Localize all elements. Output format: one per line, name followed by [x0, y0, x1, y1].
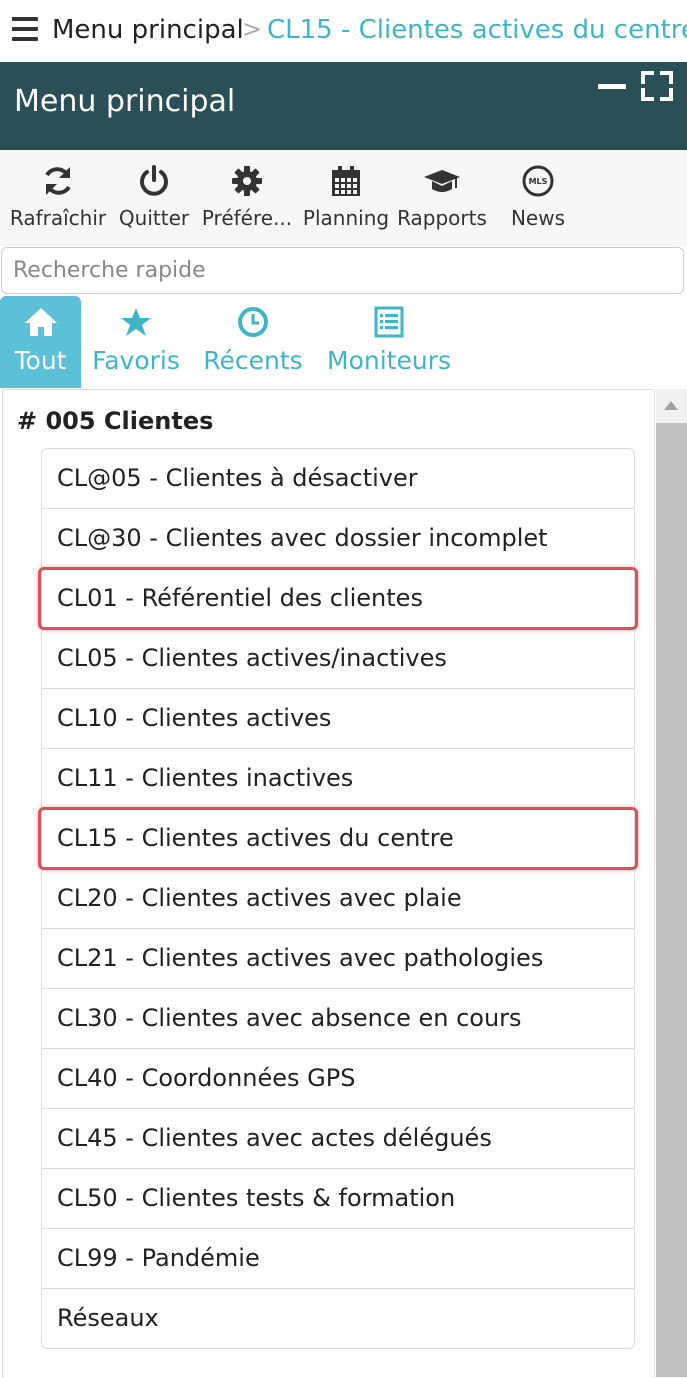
home-icon: [24, 308, 57, 336]
news-button[interactable]: MLS News: [489, 164, 587, 230]
tab-monitors[interactable]: Moniteurs: [324, 296, 454, 388]
tab-favorites[interactable]: Favoris: [88, 296, 184, 388]
tab-favorites-label: Favoris: [92, 346, 180, 375]
breadcrumb: Menu principal > CL15 - Clientes actives…: [0, 0, 687, 62]
reports-button[interactable]: Rapports: [393, 164, 491, 230]
page-title: Menu principal: [14, 84, 236, 119]
tab-recents-label: Récents: [203, 346, 303, 375]
calendar-icon: [332, 166, 360, 196]
quit-label: Quitter: [118, 206, 190, 230]
scrollbar-thumb[interactable]: [656, 423, 687, 1377]
gear-icon: [232, 166, 262, 196]
preferences-button[interactable]: Préfére...: [198, 164, 296, 230]
minimize-icon[interactable]: [598, 84, 626, 89]
list-item[interactable]: CL30 - Clientes avec absence en cours: [42, 989, 634, 1049]
tab-recents[interactable]: Récents: [202, 296, 304, 388]
list-item[interactable]: CL20 - Clientes actives avec plaie: [42, 869, 634, 929]
reports-label: Rapports: [397, 206, 487, 230]
tab-all-label: Tout: [14, 346, 67, 375]
graduation-cap-icon: [424, 170, 460, 192]
list-item[interactable]: CL@30 - Clientes avec dossier incomplet: [42, 509, 634, 569]
list-item[interactable]: CL05 - Clientes actives/inactives: [42, 629, 634, 689]
list-item[interactable]: CL10 - Clientes actives: [42, 689, 634, 749]
menu-tabs: Tout Favoris Récents Moniteurs: [0, 296, 687, 388]
tab-all[interactable]: Tout: [0, 296, 81, 388]
clock-icon: [238, 307, 268, 337]
breadcrumb-separator: >: [242, 15, 263, 43]
fullscreen-icon[interactable]: [641, 71, 673, 101]
group-title: # 005 Clientes: [17, 407, 214, 435]
hamburger-menu-icon[interactable]: [12, 17, 38, 41]
list-item[interactable]: CL01 - Référentiel des clientes: [38, 567, 638, 630]
news-label: News: [510, 206, 566, 230]
menu-item-list: CL@05 - Clientes à désactiver CL@30 - Cli…: [38, 448, 638, 1349]
window-header: Menu principal: [0, 62, 687, 150]
tab-monitors-label: Moniteurs: [327, 346, 451, 375]
planning-button[interactable]: Planning: [297, 164, 395, 230]
power-icon: [140, 165, 168, 196]
planning-label: Planning: [302, 206, 390, 230]
list-item[interactable]: CL11 - Clientes inactives: [42, 749, 634, 809]
list-item[interactable]: Réseaux: [42, 1289, 634, 1348]
refresh-button[interactable]: Rafraîchir: [9, 164, 107, 230]
list-icon: [374, 306, 404, 338]
breadcrumb-current[interactable]: CL15 - Clientes actives du centre 40: [267, 15, 687, 45]
mls-icon: MLS: [522, 165, 554, 197]
list-item[interactable]: CL45 - Clientes avec actes délégués: [42, 1109, 634, 1169]
star-icon: [121, 308, 151, 336]
refresh-label: Rafraîchir: [9, 206, 107, 230]
list-item[interactable]: CL99 - Pandémie: [42, 1229, 634, 1289]
list-item[interactable]: CL21 - Clientes actives avec pathologies: [42, 929, 634, 989]
quit-button[interactable]: Quitter: [105, 164, 203, 230]
list-item[interactable]: CL15 - Clientes actives du centre: [38, 807, 638, 870]
scrollbar[interactable]: [656, 389, 687, 1377]
refresh-icon: [45, 167, 71, 195]
svg-text:MLS: MLS: [529, 177, 548, 186]
list-item[interactable]: CL40 - Coordonnées GPS: [42, 1049, 634, 1109]
menu-panel: # 005 Clientes CL@05 - Clientes à désact…: [2, 389, 655, 1378]
preferences-label: Préfére...: [201, 206, 293, 230]
breadcrumb-home-link[interactable]: Menu principal: [52, 15, 244, 45]
scroll-up-arrow-icon[interactable]: [664, 401, 678, 410]
list-item[interactable]: CL@05 - Clientes à désactiver: [42, 449, 634, 509]
toolbar: Rafraîchir Quitter Préfére... Planning R…: [0, 150, 687, 246]
list-item[interactable]: CL50 - Clientes tests & formation: [42, 1169, 634, 1229]
quick-search-input[interactable]: [1, 247, 684, 294]
